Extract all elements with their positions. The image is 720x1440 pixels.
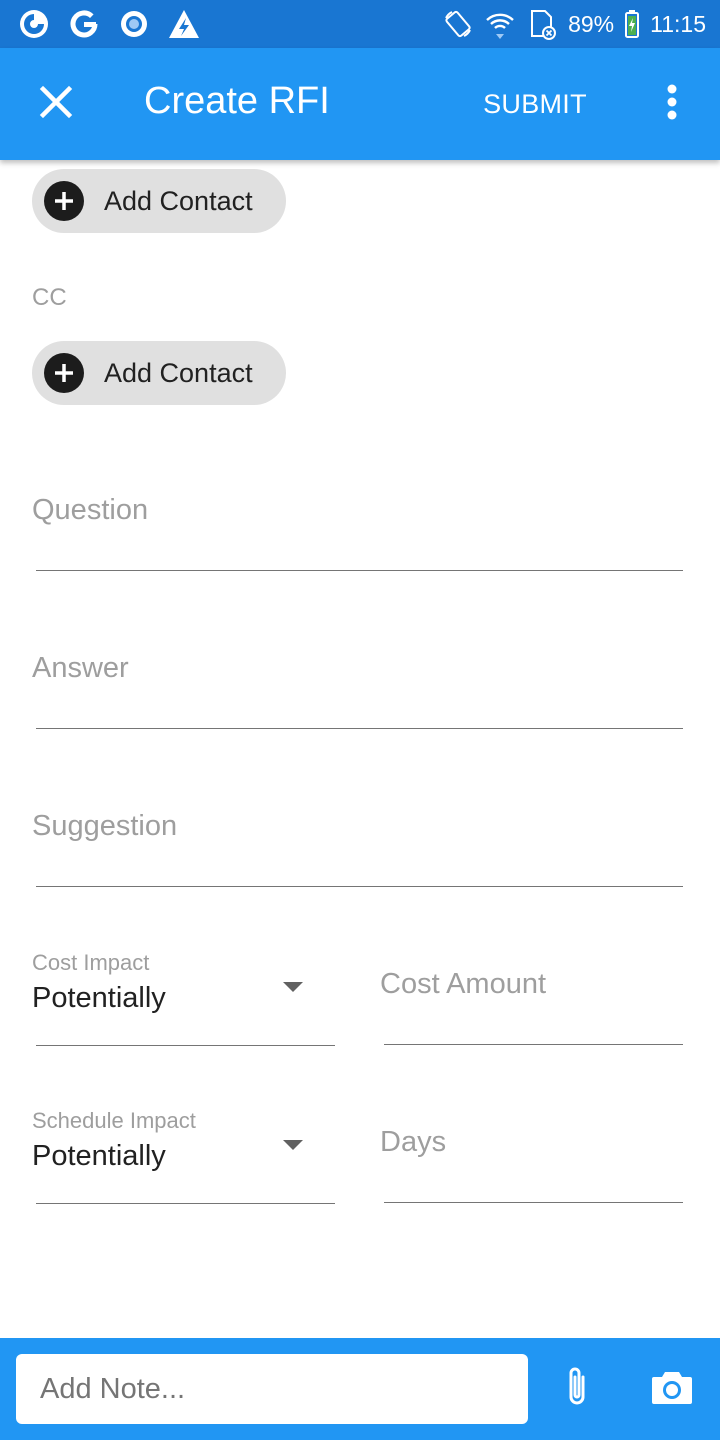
suggestion-underline [36,886,683,887]
app-logo-icon [18,8,50,40]
suggestion-field[interactable]: Suggestion [32,806,683,888]
cc-label: CC [32,284,67,311]
battery-percent: 89% [568,10,615,37]
schedule-impact-label: Schedule Impact [32,1108,196,1133]
add-circle-icon [44,353,84,393]
answer-field[interactable]: Answer [32,648,683,730]
add-contact-cc-button[interactable]: Add Contact [32,341,286,405]
add-note-input[interactable] [16,1354,528,1424]
wifi-icon [484,8,516,40]
add-circle-icon [44,181,84,221]
attach-file-button[interactable] [552,1364,602,1414]
answer-placeholder: Answer [32,652,129,684]
close-icon [39,85,73,124]
days-field[interactable]: Days [380,1122,683,1204]
schedule-impact-value: Potentially [32,1140,166,1172]
paperclip-icon [562,1365,592,1414]
google-g-icon [68,8,100,40]
close-button[interactable] [26,74,86,134]
dropdown-arrow-icon [283,1140,303,1150]
cost-impact-value: Potentially [32,982,166,1014]
suggestion-placeholder: Suggestion [32,810,178,842]
camera-button[interactable] [646,1364,698,1414]
cost-impact-underline [36,1045,335,1046]
question-field[interactable]: Question [32,490,683,572]
zap-app-icon [168,8,200,40]
cost-impact-dropdown[interactable]: Cost Impact Potentially [32,950,335,1046]
more-options-button[interactable] [648,74,696,134]
status-bar: 89% 11:15 [0,0,720,48]
question-underline [36,570,683,571]
camera-icon [651,1369,693,1410]
auto-rotate-icon [442,8,474,40]
circle-app-icon [118,8,150,40]
cost-amount-underline [384,1044,683,1045]
answer-underline [36,728,683,729]
note-bar [0,1338,720,1440]
add-contact-to-button[interactable]: Add Contact [32,169,286,233]
clock-time: 11:15 [650,10,706,37]
schedule-impact-dropdown[interactable]: Schedule Impact Potentially [32,1108,335,1204]
days-underline [384,1202,683,1203]
submit-button[interactable]: SUBMIT [470,74,600,134]
add-contact-label: Add Contact [104,185,253,216]
status-bar-system-icons: 89% 11:15 [442,8,706,40]
dropdown-arrow-icon [283,982,303,992]
status-bar-notification-icons [18,8,200,40]
days-placeholder: Days [380,1126,447,1158]
page-title: Create RFI [144,80,330,122]
question-placeholder: Question [32,494,149,526]
cost-impact-label: Cost Impact [32,950,150,975]
schedule-impact-underline [36,1203,335,1204]
sim-card-icon [526,8,558,40]
app-bar: Create RFI SUBMIT [0,48,720,160]
add-contact-label: Add Contact [104,357,253,388]
cost-amount-placeholder: Cost Amount [380,968,547,1000]
more-vertical-icon [666,84,678,125]
battery-charging-icon [624,8,640,40]
cost-amount-field[interactable]: Cost Amount [380,964,683,1046]
